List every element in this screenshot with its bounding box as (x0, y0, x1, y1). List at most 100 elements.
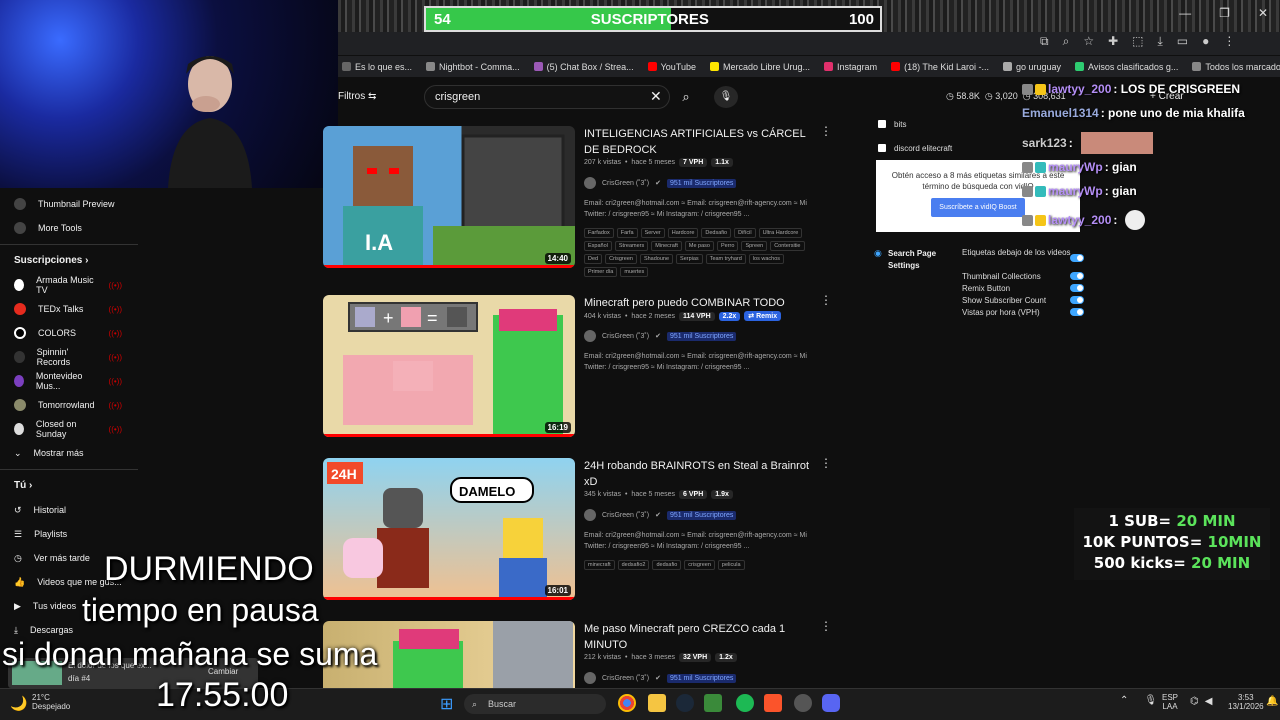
you-header[interactable]: Tú › (0, 474, 138, 498)
extension-icon[interactable]: ✚ (1108, 34, 1118, 49)
sidebar-item-subscription[interactable]: Closed on Sunday ((•)) (0, 417, 138, 441)
tag[interactable]: Perro (717, 241, 739, 251)
menu-icon[interactable]: ⋮ (1223, 34, 1235, 49)
close-icon[interactable]: ✕ (1258, 6, 1268, 20)
tag[interactable]: Crisgreen (605, 254, 637, 264)
tag[interactable]: los wachos (748, 254, 785, 264)
chrome-icon[interactable] (618, 694, 636, 712)
clock[interactable]: 3:53 13/1/2026 (1228, 693, 1264, 711)
install-icon[interactable]: ⧉ (1040, 34, 1049, 49)
bookmark[interactable]: Nightbot - Comma... (426, 62, 520, 72)
minimize-icon[interactable]: — (1179, 6, 1191, 20)
bookmark[interactable]: Es lo que es... (342, 62, 412, 72)
more-options-icon[interactable]: ⋮ (820, 293, 832, 307)
sidebar-item-subscription[interactable]: COLORS ((•)) (0, 321, 138, 345)
video-thumbnail[interactable]: + = 16:19 (323, 295, 575, 437)
tag[interactable]: Server (640, 228, 665, 238)
tag[interactable]: Farfadox (584, 228, 614, 238)
vidiq-subscribe-button[interactable]: Suscríbete a vidIQ Boost (931, 198, 1025, 217)
tag[interactable]: Ultra Hardcore (758, 228, 803, 238)
video-title[interactable]: Minecraft pero puedo COMBINAR TODO (584, 295, 814, 311)
bookmark[interactable]: (5) Chat Box / Strea... (533, 62, 634, 72)
tag[interactable]: Minecraft (651, 241, 682, 251)
search-input[interactable]: crisgreen (424, 85, 670, 109)
sidebar-item-history[interactable]: ↺ Historial (0, 498, 138, 522)
bookmark[interactable]: Avisos clasificados g... (1075, 62, 1178, 72)
video-title[interactable]: Me paso Minecraft pero CREZCO cada 1 MIN… (584, 621, 814, 653)
bookmark[interactable]: Instagram (824, 62, 877, 72)
search-icon[interactable]: ⌕ (672, 85, 700, 109)
video-title[interactable]: INTELIGENCIAS ARTIFICIALES vs CÁRCEL DE … (584, 126, 814, 158)
profile-icon[interactable]: ● (1202, 34, 1209, 49)
microphone-icon[interactable]: 🎙 (1144, 695, 1157, 706)
tag[interactable]: Farfa (616, 228, 638, 238)
steam-icon[interactable] (676, 694, 694, 712)
star-icon[interactable]: ☆ (1083, 34, 1094, 49)
sidebar-item-subscription[interactable]: Tomorrowland ((•)) (0, 393, 138, 417)
more-options-icon[interactable]: ⋮ (820, 456, 832, 470)
bookmark[interactable]: (18) The Kid Laroi -... (891, 62, 989, 72)
tag[interactable]: Hardcore (667, 228, 699, 238)
tag[interactable]: Shadoune (639, 254, 674, 264)
sidebar-item-thumbnail-preview[interactable]: Thumbnail Preview (0, 192, 138, 216)
tag[interactable]: Contersitie (770, 241, 805, 251)
tag[interactable]: dedsafio (652, 560, 682, 570)
show-more-button[interactable]: ⌄ Mostrar más (0, 441, 138, 465)
maximize-icon[interactable]: ❐ (1219, 6, 1230, 20)
more-options-icon[interactable]: ⋮ (820, 124, 832, 138)
sidebar-item-subscription[interactable]: Spinnin' Records ((•)) (0, 345, 138, 369)
tag[interactable]: Primer día (584, 267, 618, 277)
tag[interactable]: Dedsafio (701, 228, 732, 238)
channel-row[interactable]: CrisGreen (˚3˚) ✔ 951 mil Suscriptores (584, 177, 737, 189)
tag[interactable]: Serpias (676, 254, 703, 264)
tag[interactable]: Me paso (684, 241, 714, 251)
download-icon[interactable]: ⤓ (1157, 34, 1162, 49)
sidepanel-icon[interactable]: ▭ (1177, 34, 1188, 49)
all-bookmarks[interactable]: Todos los marcadores (1192, 62, 1280, 72)
setting-toggle[interactable] (1070, 272, 1084, 280)
video-title[interactable]: 24H robando BRAINROTS en Steal a Brainro… (584, 458, 814, 490)
tag[interactable]: Streamers (614, 241, 649, 251)
bookmark[interactable]: Mercado Libre Urug... (710, 62, 810, 72)
bookmark[interactable]: YouTube (647, 62, 696, 72)
video-thumbnail[interactable]: I.A 14:40 (323, 126, 575, 268)
subscriptions-header[interactable]: Suscripciones › (0, 249, 138, 273)
sidebar-item-playlists[interactable]: ☰ Playlists (0, 522, 138, 546)
obs-icon[interactable] (794, 694, 812, 712)
notification-bell-icon[interactable]: 🔔 (1266, 696, 1278, 707)
channel-row[interactable]: CrisGreen (˚3˚) ✔ 951 mil Suscriptores (584, 672, 737, 684)
filters-button[interactable]: Filtros ⇆ (338, 91, 376, 102)
channel-row[interactable]: CrisGreen (˚3˚) ✔ 951 mil Suscriptores (584, 509, 737, 521)
tag[interactable]: minecraft (584, 560, 615, 570)
sidebar-item-subscription[interactable]: TEDx Talks ((•)) (0, 297, 138, 321)
minecraft-icon[interactable] (704, 694, 722, 712)
volume-icon[interactable]: ◀ (1205, 696, 1213, 707)
video-thumbnail[interactable]: 24H DAMELO 16:01 (323, 458, 575, 600)
sidebar-item-subscription[interactable]: Montevideo Mus... ((•)) (0, 369, 138, 393)
tag[interactable]: Español (584, 241, 612, 251)
setting-toggle[interactable] (1070, 254, 1084, 262)
tag[interactable]: crisgreen (684, 560, 715, 570)
chevron-up-icon[interactable]: ⌃ (1120, 695, 1128, 706)
tag[interactable]: Ded (584, 254, 603, 264)
windows-start-icon[interactable]: ⊞ (440, 694, 453, 714)
bookmark[interactable]: go uruguay (1002, 62, 1061, 72)
language-indicator[interactable]: ESP LAA (1162, 693, 1178, 711)
taskbar-search[interactable]: ⌕ Buscar (464, 694, 606, 714)
sidebar-item-more-tools[interactable]: More Tools (0, 216, 138, 240)
tag[interactable]: dedsafio2 (617, 560, 650, 570)
tag[interactable]: pelicula (717, 560, 745, 570)
file-explorer-icon[interactable] (648, 694, 666, 712)
channel-row[interactable]: CrisGreen (˚3˚) ✔ 951 mil Suscriptores (584, 330, 737, 342)
tag[interactable]: Team tryhard (705, 254, 746, 264)
spotify-icon[interactable] (736, 694, 754, 712)
setting-toggle[interactable] (1070, 308, 1084, 316)
more-options-icon[interactable]: ⋮ (820, 619, 832, 633)
tag[interactable]: Difícil (734, 228, 756, 238)
tag[interactable]: muertes (620, 267, 649, 277)
tag[interactable]: Spreen (741, 241, 768, 251)
setting-toggle[interactable] (1070, 284, 1084, 292)
discord-icon[interactable] (822, 694, 840, 712)
weather-widget[interactable]: 🌙 21°C Despejado (10, 693, 70, 711)
remix-button[interactable]: ⇄ Remix (744, 311, 782, 321)
